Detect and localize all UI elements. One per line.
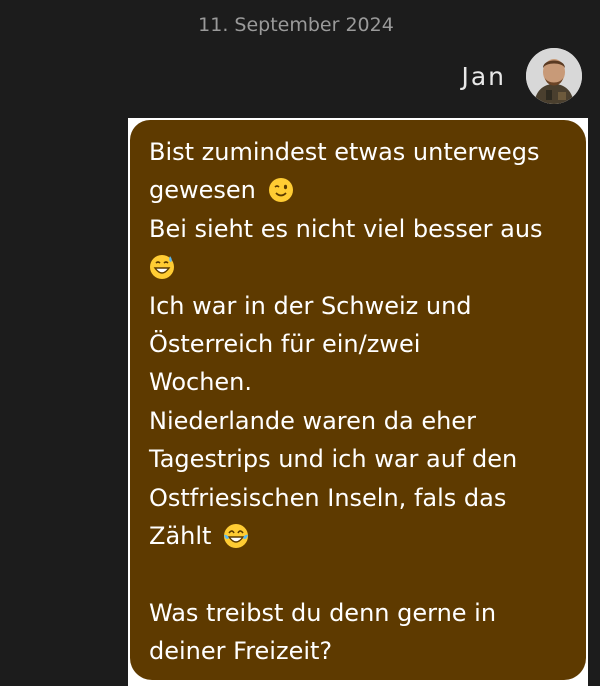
message-text: Ostfriesischen Inseln, fals das	[149, 483, 507, 512]
message-bubble[interactable]: Bist zumindest etwas unterwegs gewesen B…	[130, 120, 586, 680]
message-line: Ich war in der Schweiz und	[149, 287, 576, 325]
avatar[interactable]	[526, 48, 582, 104]
message-text: Ich war in der Schweiz und	[149, 291, 472, 320]
message-text: gewesen	[149, 176, 256, 205]
message-line: Zählt	[149, 517, 576, 555]
message-line: gewesen	[149, 171, 576, 209]
grinning-face-with-sweat-icon	[150, 255, 174, 280]
message-line: Bist zumindest etwas unterwegs	[149, 133, 576, 171]
message-text: Österreich für ein/zwei	[149, 329, 421, 358]
message-line: Was treibst du denn gerne in	[149, 594, 576, 632]
message-line: Tagestrips und ich war auf den	[149, 440, 576, 478]
profile-photo-icon	[526, 48, 582, 104]
sender-name: Jan	[461, 61, 506, 91]
sender-header: Jan	[461, 48, 582, 104]
message-line: Niederlande waren da eher	[149, 402, 576, 440]
date-separator: 11. September 2024	[198, 14, 394, 36]
message-line: Wochen.	[149, 363, 576, 401]
message-text: Was treibst du denn gerne in	[149, 598, 497, 627]
message-text: Zählt	[149, 521, 212, 550]
message-text: Tagestrips und ich war auf den	[149, 445, 518, 474]
message-text: Bist zumindest etwas unterwegs	[149, 138, 540, 166]
message-text: Bei sieht es nicht viel besser aus	[149, 214, 543, 243]
message-line-blank	[149, 555, 576, 593]
message-text: Wochen.	[149, 368, 253, 397]
message-line: Bei sieht es nicht viel besser aus	[149, 210, 576, 248]
winking-face-icon	[268, 178, 293, 203]
message-text: Niederlande waren da eher	[149, 406, 476, 435]
message-line: Ostfriesischen Inseln, fals das	[149, 479, 576, 517]
message-line: Österreich für ein/zwei	[149, 325, 576, 363]
face-with-tears-of-joy-icon	[224, 523, 249, 548]
message-text: deiner Freizeit?	[149, 637, 333, 666]
message-line: deiner Freizeit?	[149, 632, 576, 670]
message-line	[149, 248, 576, 286]
